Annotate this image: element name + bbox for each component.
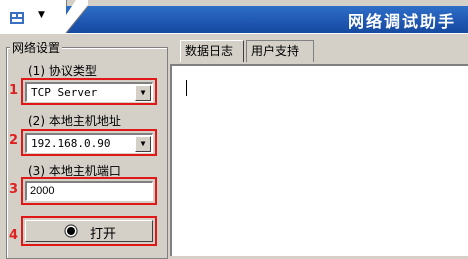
local-host-port-value: 2000 [30, 185, 55, 197]
system-menu-button[interactable]: ▼ [8, 10, 48, 28]
open-button-label: 打开 [90, 227, 117, 242]
data-log-area[interactable] [170, 64, 468, 256]
network-icon [10, 12, 24, 24]
text-cursor [186, 80, 187, 96]
local-host-address-value: 192.168.0.90 [31, 137, 111, 150]
step-marker-2: 2 [9, 133, 19, 148]
chevron-down-icon[interactable]: ▼ [135, 136, 151, 152]
protocol-type-value: TCP Server [31, 86, 98, 99]
group-title: 网络设置 [10, 39, 63, 56]
chevron-down-icon[interactable]: ▼ [135, 85, 151, 101]
local-host-port-input[interactable]: 2000 [25, 181, 153, 201]
radio-dot-icon [64, 224, 78, 238]
title-bar-decoration [54, 0, 88, 33]
step-marker-1: 1 [9, 83, 19, 98]
local-host-address-select[interactable]: 192.168.0.90 ▼ [25, 133, 153, 153]
step-marker-3: 3 [9, 182, 19, 197]
title-separator [0, 33, 468, 38]
protocol-type-label: (1) 协议类型 [28, 64, 97, 78]
chevron-down-icon: ▼ [38, 10, 45, 20]
protocol-type-select[interactable]: TCP Server ▼ [25, 82, 153, 102]
tab-data-log-label: 数据日志 [185, 44, 234, 58]
open-button[interactable]: 打开 [25, 220, 153, 242]
step-marker-4: 4 [9, 228, 19, 243]
tab-data-log[interactable]: 数据日志 [180, 40, 244, 62]
window-title: 网络调试助手 [347, 12, 456, 31]
tab-user-support-label: 用户支持 [251, 44, 300, 58]
tab-user-support[interactable]: 用户支持 [246, 40, 314, 62]
local-host-address-label: (2) 本地主机地址 [28, 114, 121, 128]
tab-strip: 数据日志 用户支持 [170, 40, 468, 64]
